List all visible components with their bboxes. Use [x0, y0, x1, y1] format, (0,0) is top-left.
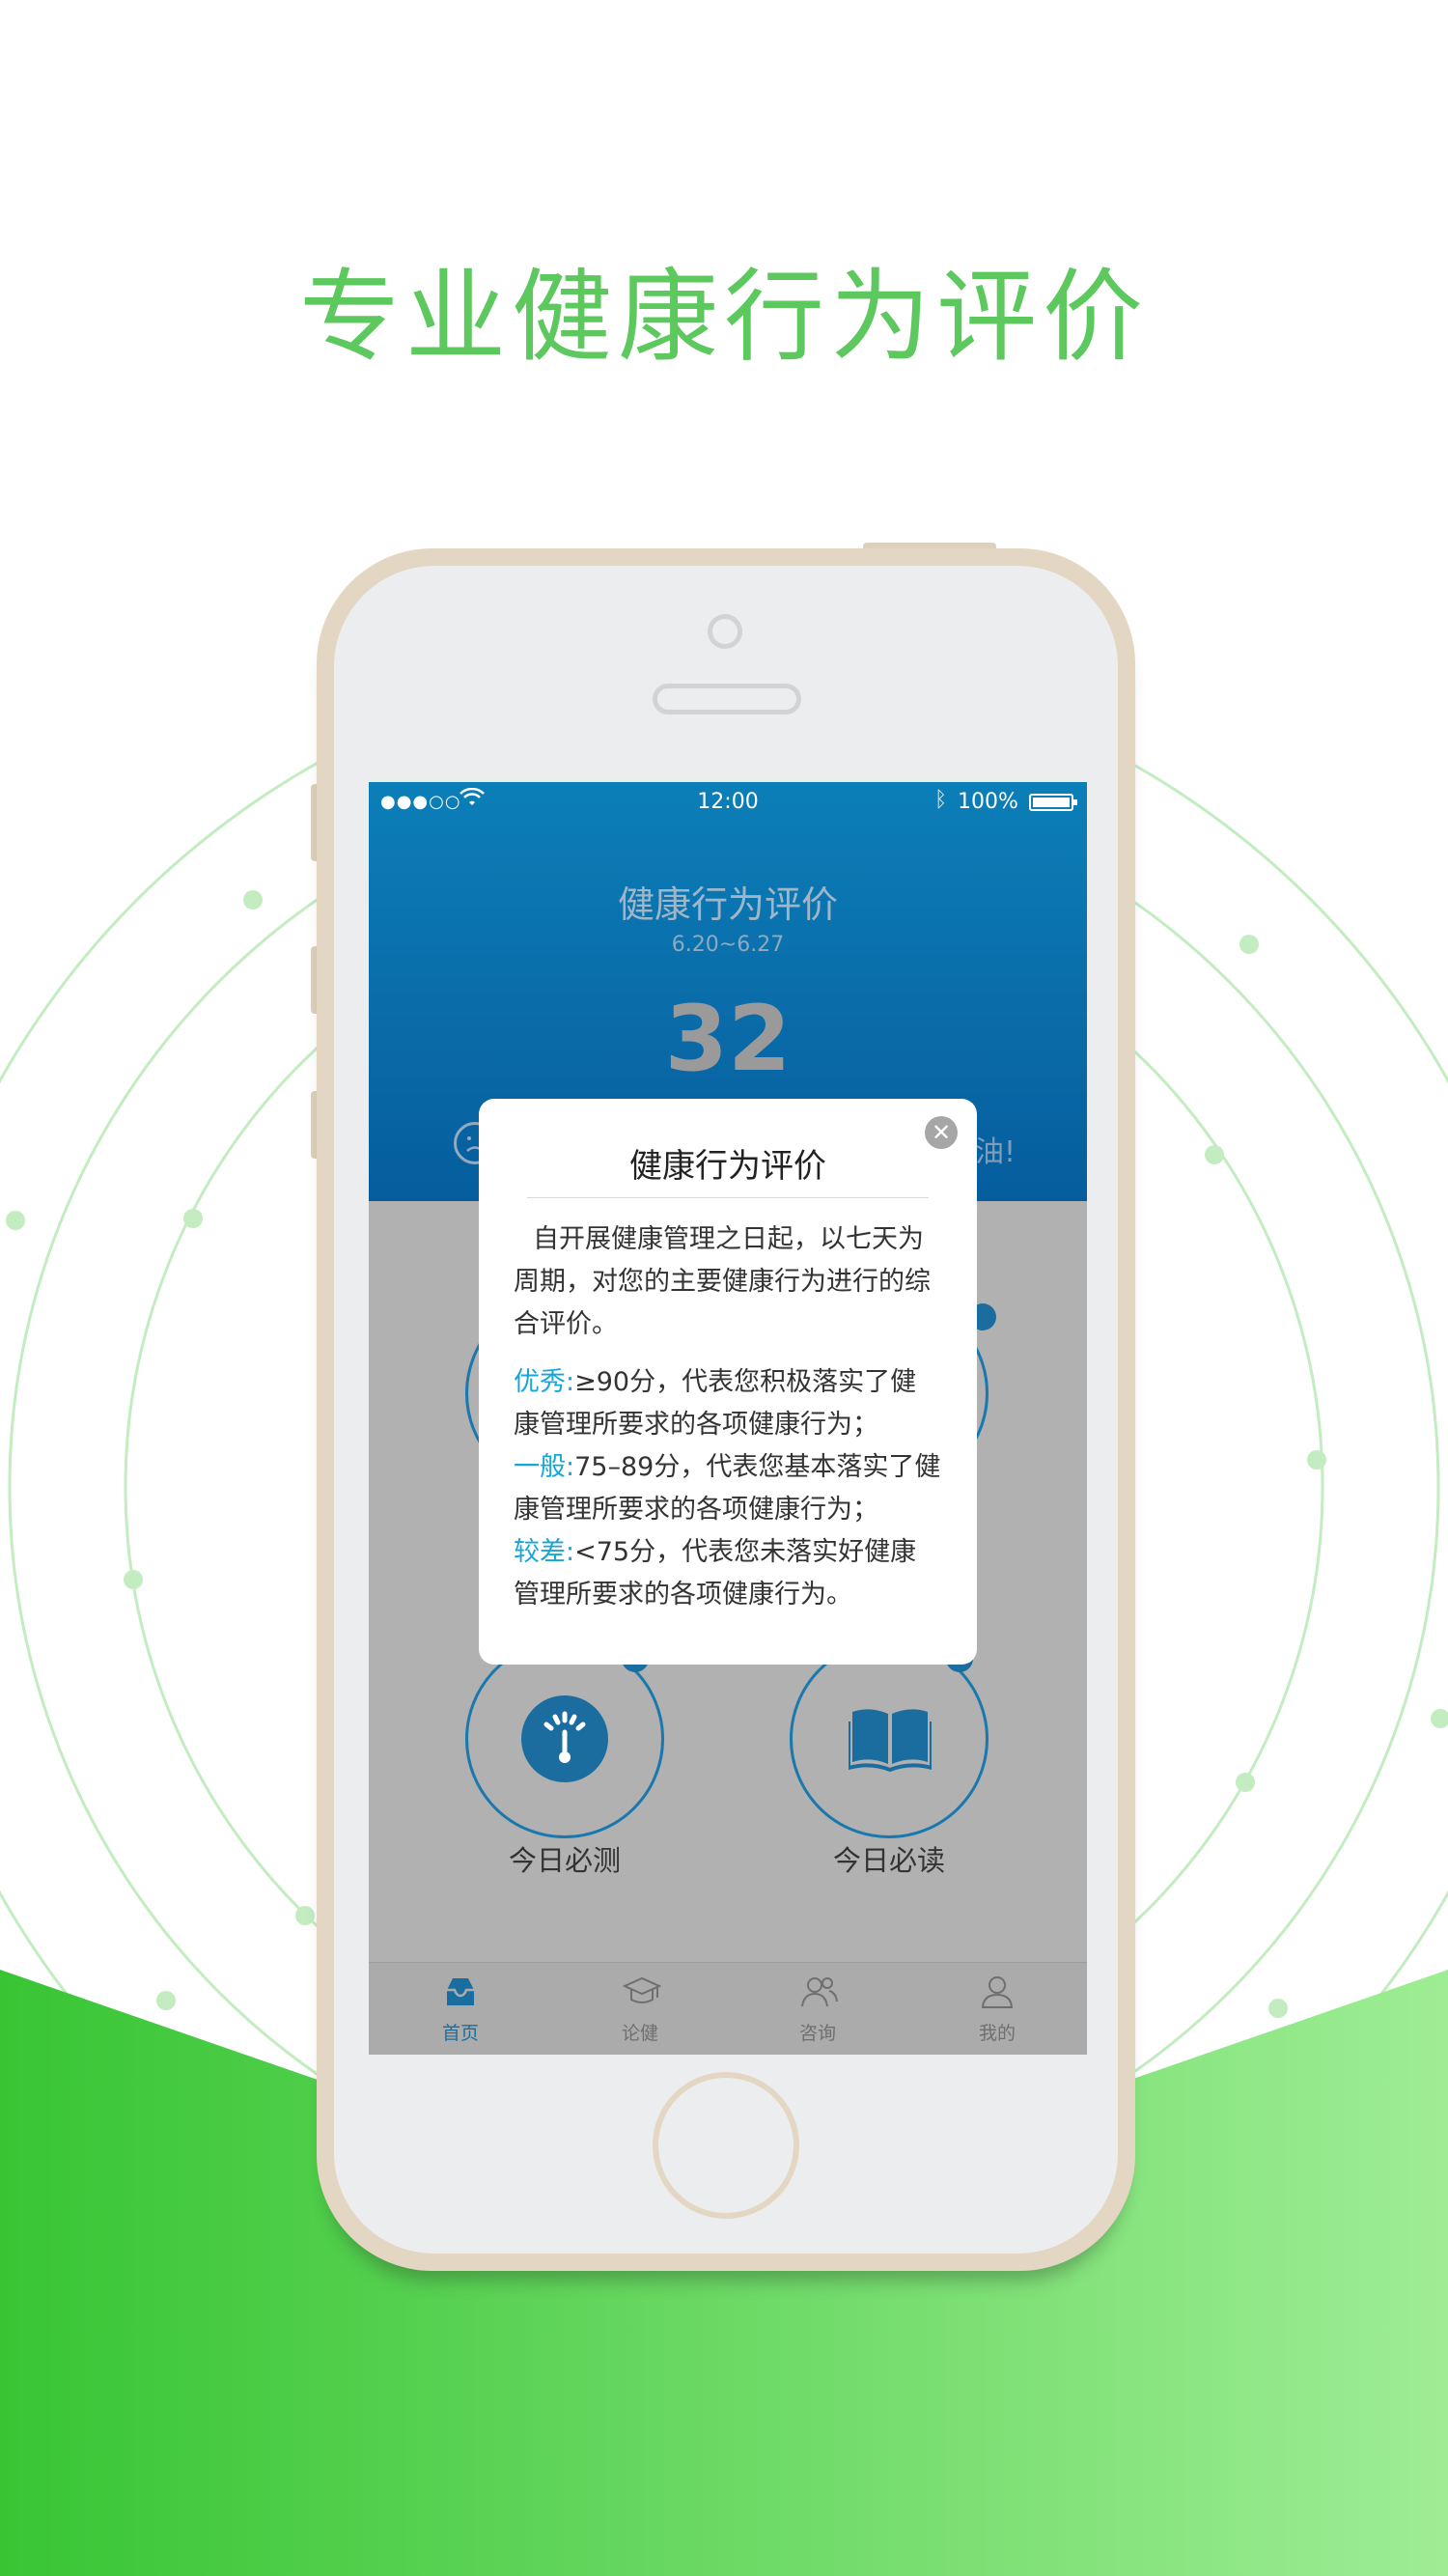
grade-excellent: 优秀:≥90分，代表您积极落实了健康管理所要求的各项健康行为； — [514, 1361, 942, 1446]
grade-excellent-label: 优秀: — [514, 1367, 575, 1397]
book-icon — [847, 1702, 933, 1776]
grade-excellent-text: ≥90分，代表您积极落实了健康管理所要求的各项健康行为； — [514, 1367, 917, 1440]
date-range: 6.20~6.27 — [671, 933, 785, 957]
tab-mine[interactable]: 我的 — [907, 1963, 1087, 2055]
grade-average: 一般:75–89分，代表您基本落实了健康管理所要求的各项健康行为； — [514, 1446, 942, 1531]
grade-average-text: 75–89分，代表您基本落实了健康管理所要求的各项健康行为； — [514, 1452, 941, 1525]
consult-people-icon — [800, 1974, 838, 2009]
tab-forum-label: 论健 — [621, 2023, 658, 2044]
status-bar: ●●●○○ 12:00 ᛒ 100% — [369, 782, 1087, 823]
app-title: 健康行为评价 — [617, 883, 838, 926]
evaluation-dialog: ✕ 健康行为评价 自开展健康管理之日起，以七天为周期，对您的主要健康行为进行的综… — [479, 1099, 977, 1665]
battery-icon — [1029, 794, 1077, 811]
home-inbox-icon — [443, 1974, 478, 2009]
tab-bar: 首页 论健 咨询 我的 — [369, 1962, 1087, 2055]
tab-home-label: 首页 — [441, 2023, 479, 2044]
headline: 专业健康行为评价 — [298, 258, 1149, 376]
battery-percent: 100% — [958, 790, 1018, 814]
graduation-cap-icon — [622, 1974, 662, 2009]
task-measure-label: 今日必测 — [508, 1844, 621, 1877]
tab-consult-label: 咨询 — [798, 2023, 836, 2044]
gauge-icon — [521, 1695, 608, 1782]
tab-mine-label: 我的 — [978, 2023, 1016, 2044]
grade-poor-label: 较差: — [514, 1537, 575, 1567]
grade-poor: 较差:<75分，代表您未落实好健康管理所要求的各项健康行为。 — [514, 1531, 942, 1616]
tab-home[interactable]: 首页 — [371, 1963, 550, 2055]
dialog-divider — [527, 1197, 929, 1198]
dialog-intro: 自开展健康管理之日起，以七天为周期，对您的主要健康行为进行的综合评价。 — [514, 1224, 931, 1339]
dialog-title: 健康行为评价 — [629, 1147, 826, 1186]
health-score: 32 — [664, 987, 792, 1092]
tab-consult[interactable]: 咨询 — [728, 1963, 907, 2055]
bluetooth-icon: ᛒ — [934, 788, 948, 812]
home-button[interactable] — [653, 2072, 799, 2219]
earpiece-speaker — [653, 684, 801, 714]
grade-poor-text: <75分，代表您未落实好健康管理所要求的各项健康行为。 — [514, 1537, 917, 1610]
grade-average-label: 一般: — [514, 1452, 575, 1482]
user-icon — [980, 1974, 1015, 2009]
task-read-label: 今日必读 — [832, 1844, 945, 1877]
front-camera — [708, 614, 742, 649]
tab-forum[interactable]: 论健 — [550, 1963, 730, 2055]
dialog-body: 自开展健康管理之日起，以七天为周期，对您的主要健康行为进行的综合评价。 优秀:≥… — [514, 1218, 942, 1616]
header-message-tail: 油! — [975, 1135, 1016, 1169]
